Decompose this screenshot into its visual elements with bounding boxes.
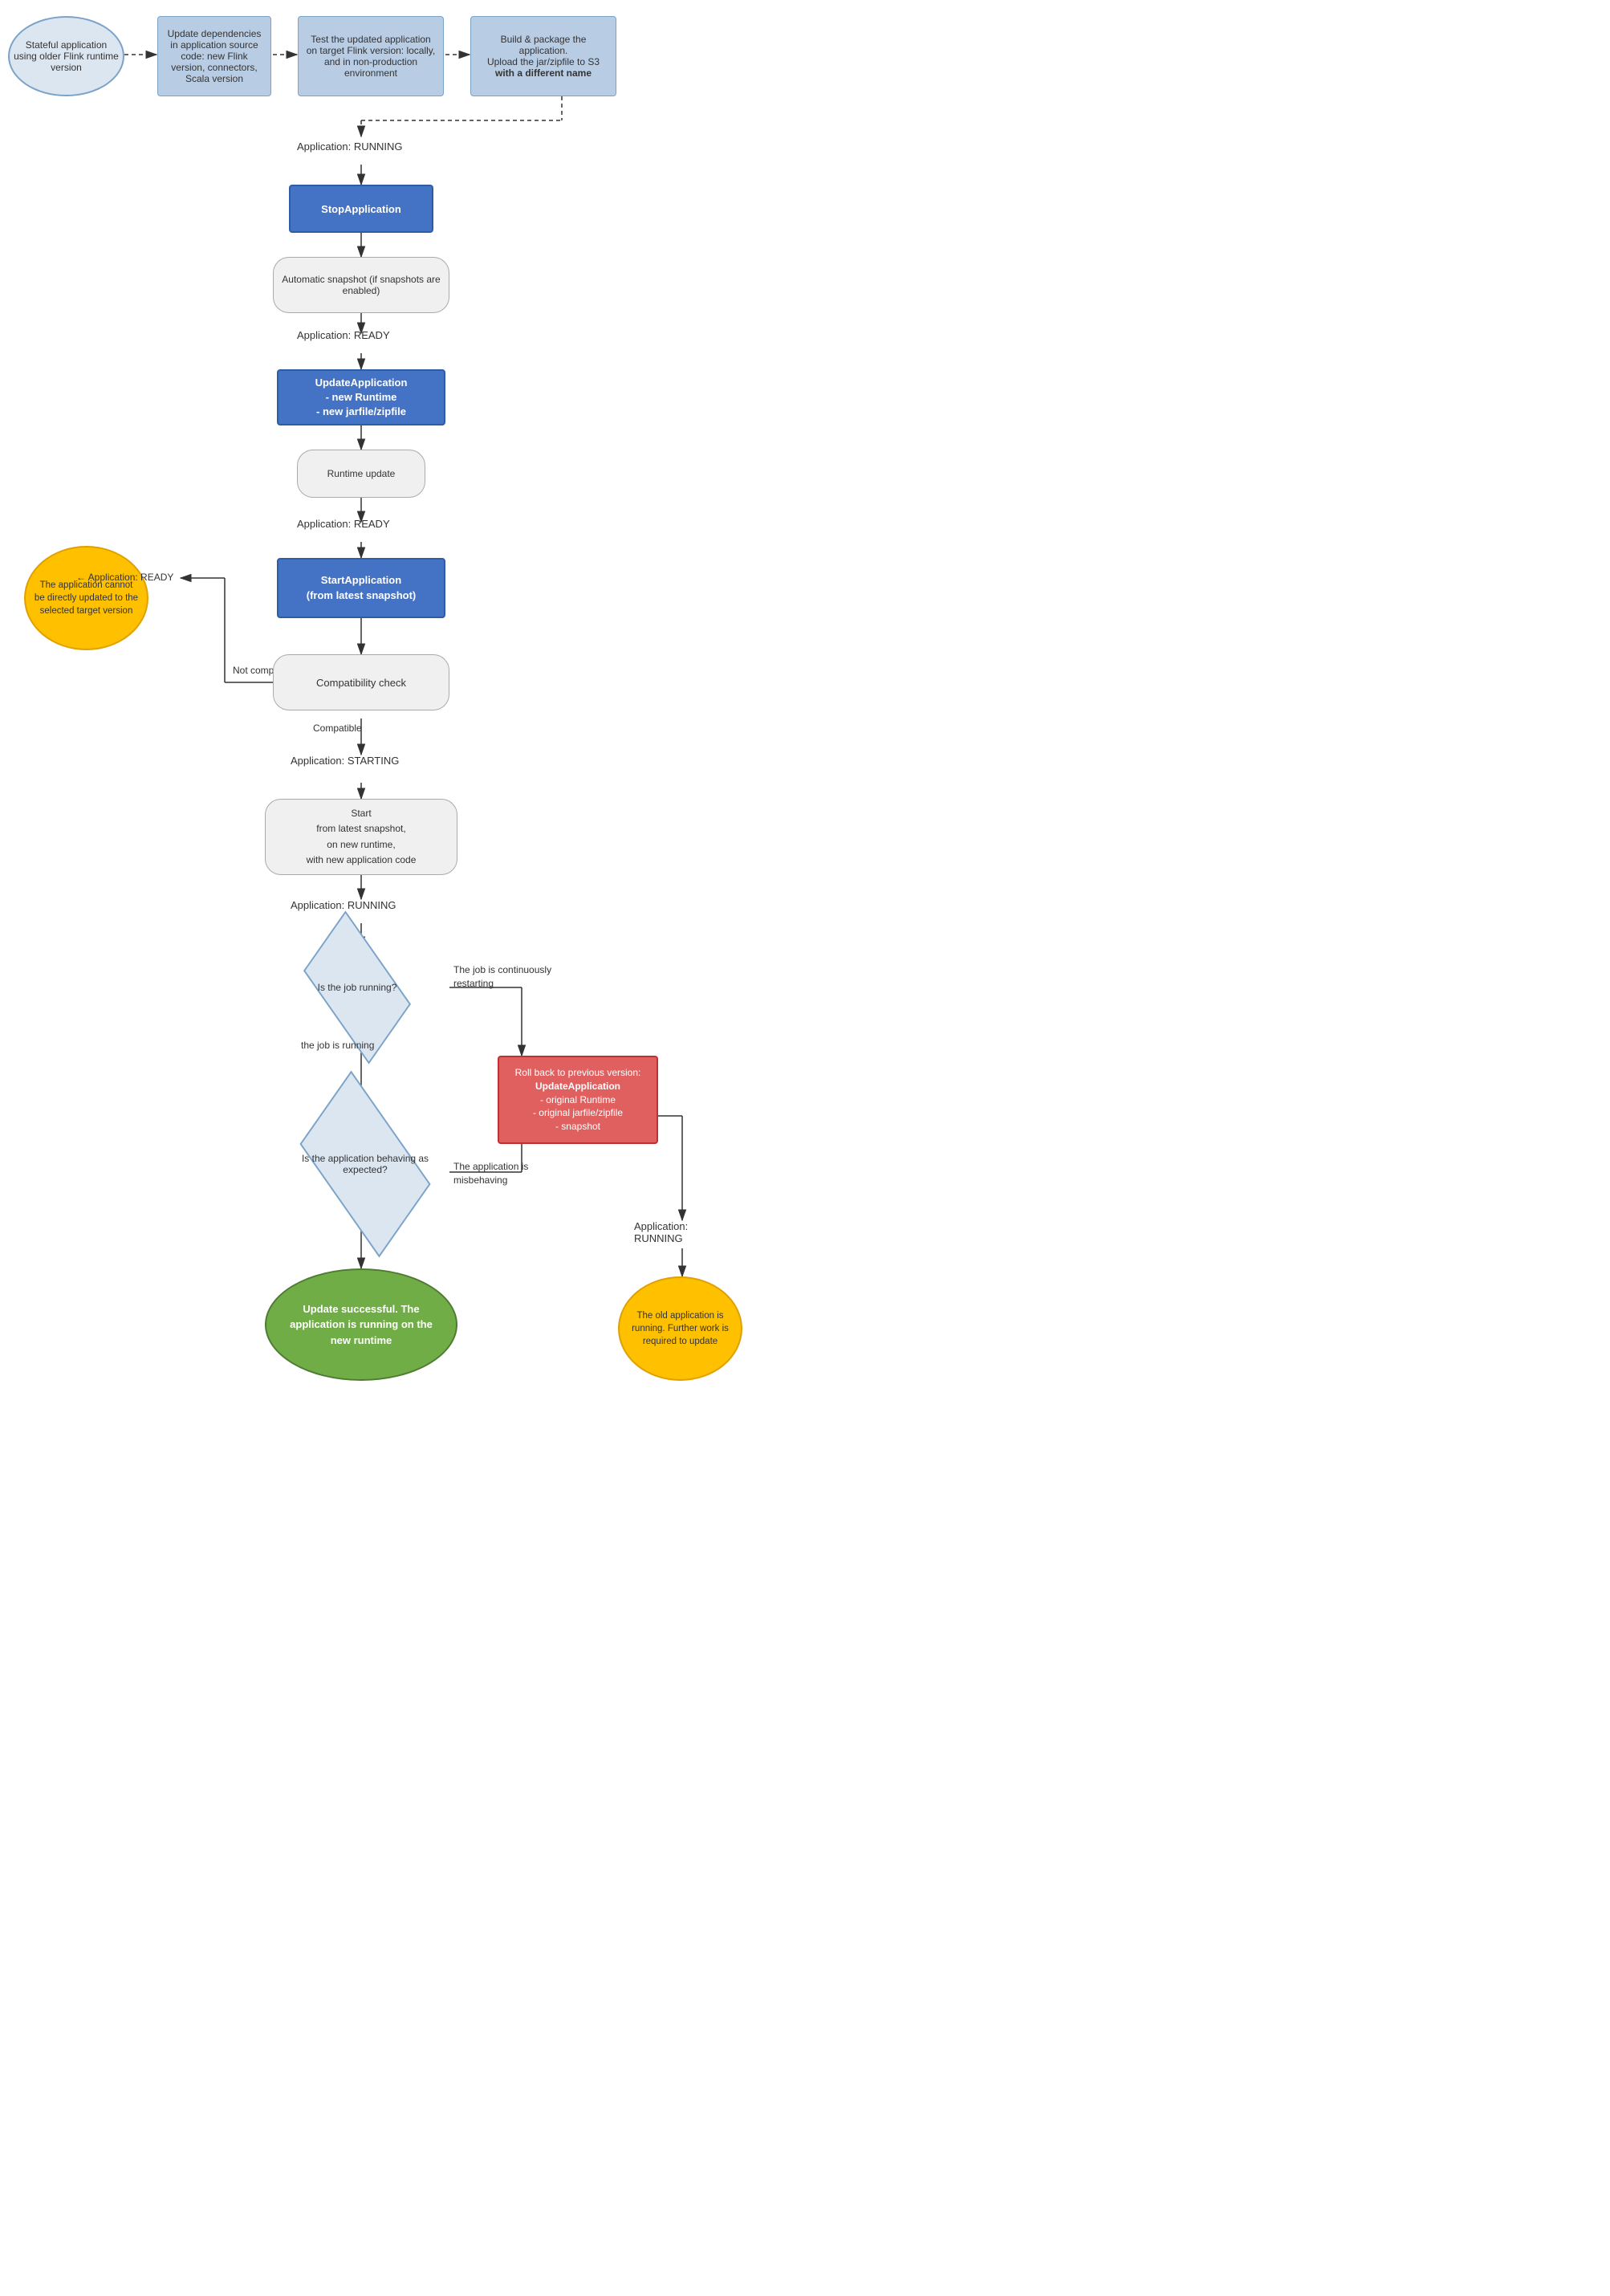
start-application: StartApplication(from latest snapshot) [277,558,445,618]
rollback-box: Roll back to previous version:UpdateAppl… [498,1056,658,1144]
runtime-update-label: Runtime update [327,468,396,479]
box-build-package-label: Build & package the application.Upload t… [478,34,609,79]
stop-application: StopApplication [289,185,433,233]
restarting-text: The job is continuously restarting [453,964,551,989]
box-build-package: Build & package the application.Upload t… [470,16,616,96]
job-running-text: the job is running [301,1040,374,1051]
start-box: Startfrom latest snapshot,on new runtime… [265,799,457,875]
update-application: UpdateApplication- new Runtime- new jarf… [277,369,445,425]
box-update-deps-label: Update dependencies in application sourc… [165,28,264,84]
auto-snapshot-label: Automatic snapshot (if snapshots are ena… [280,274,442,296]
status-starting-label: Application: STARTING [291,755,399,767]
compatibility-check-label: Compatibility check [316,677,406,689]
status-running-right-label: Application: RUNNING [634,1220,688,1244]
status-ready-2: Application: READY [297,518,390,530]
not-compatible-label: The application cannot be directly updat… [34,579,139,617]
update-application-label: UpdateApplication- new Runtime- new jarf… [315,376,408,420]
compatible-text: Compatible [313,723,362,734]
status-running-mid-label: Application: RUNNING [291,899,396,911]
application-ready-label-arrow: ← Application: READY [76,572,173,583]
diagram-container: Stateful application using older Flink r… [0,0,722,2296]
status-ready-1: Application: READY [297,329,390,341]
start-circle-label: Stateful application using older Flink r… [10,35,123,77]
job-running-label: the job is running [301,1040,374,1051]
misbehaving-text: The application is misbehaving [453,1161,528,1186]
status-running-mid: Application: RUNNING [291,899,396,911]
runtime-update: Runtime update [297,450,425,498]
diamond-app-behaving-text: Is the application behaving as expected? [285,1153,445,1175]
not-compatible-circle: The application cannot be directly updat… [24,546,148,650]
start-box-label: Startfrom latest snapshot,on new runtime… [307,806,417,868]
start-application-label: StartApplication(from latest snapshot) [307,573,417,602]
auto-snapshot: Automatic snapshot (if snapshots are ena… [273,257,449,313]
success-label: Update successful. The application is ru… [278,1301,444,1349]
rollback-label: Roll back to previous version:UpdateAppl… [515,1066,641,1134]
diamond-app-behaving: Is the application behaving as expected? [285,1116,445,1212]
box-update-deps: Update dependencies in application sourc… [157,16,271,96]
misbehaving-label: The application is misbehaving [453,1160,550,1187]
application-ready-arrow-text: ← Application: READY [76,572,173,583]
status-running-right: Application: RUNNING [634,1220,722,1244]
status-ready-1-label: Application: READY [297,329,390,341]
status-starting: Application: STARTING [291,755,399,767]
status-ready-2-label: Application: READY [297,518,390,530]
old-app-circle: The old application is running. Further … [618,1276,742,1381]
box-test-app: Test the updated application on target F… [298,16,444,96]
box-test-app-label: Test the updated application on target F… [305,34,437,79]
compatible-label: Compatible [313,723,362,734]
status-running-top-label: Application: RUNNING [297,140,403,153]
diamond-job-running: Is the job running? [293,947,421,1028]
status-running-top: Application: RUNNING [297,140,403,153]
compatibility-check: Compatibility check [273,654,449,710]
diamond-job-running-text: Is the job running? [318,982,397,993]
success-circle: Update successful. The application is ru… [265,1268,457,1381]
start-circle: Stateful application using older Flink r… [8,16,124,96]
old-app-label: The old application is running. Further … [628,1309,733,1348]
stop-application-label: StopApplication [321,203,401,215]
restarting-label: The job is continuously restarting [453,963,566,991]
